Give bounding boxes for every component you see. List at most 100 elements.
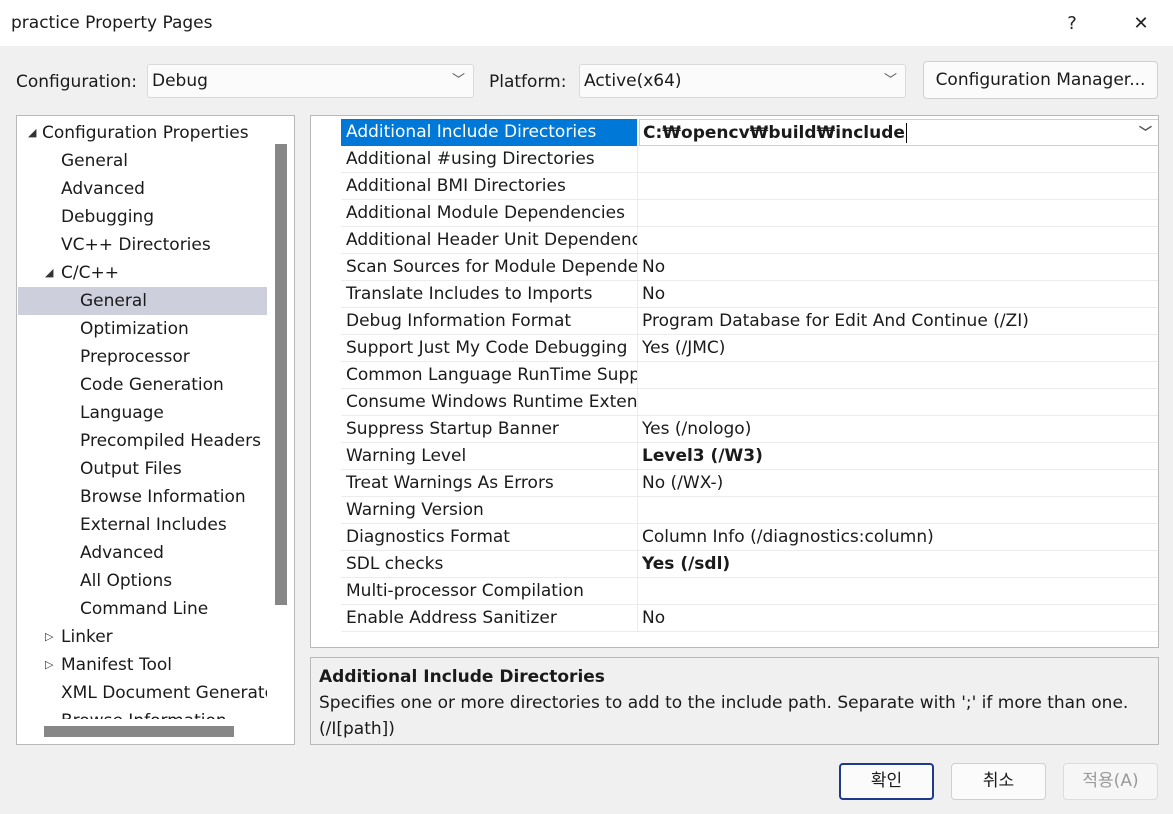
tree-item-label: Advanced [80,543,164,563]
tree-item[interactable]: ▷ Browse Information [61,707,227,719]
tree-vertical-scrollbar[interactable] [275,144,287,605]
property-name: Additional #using Directories [341,146,638,173]
property-value-input[interactable]: C:₩opencv₩build₩include ﹀ [639,119,1158,146]
tree-horizontal-scrollbar[interactable] [44,726,234,737]
property-value: Yes (/JMC) [642,338,726,358]
property-row[interactable]: SDL checks Yes (/sdl) [341,551,1158,578]
tree-item[interactable]: General [61,147,128,175]
property-name: Multi-processor Compilation [341,578,638,605]
property-row[interactable]: Additional #using Directories [341,146,1158,173]
property-name: Warning Version [341,497,638,524]
title-bar: practice Property Pages ? ✕ [0,0,1173,46]
tree-item[interactable]: All Options [80,567,172,595]
tree-item[interactable]: Advanced [61,175,145,203]
platform-select[interactable]: Active(x64) ﹀ [579,64,906,98]
tree-item-label: Manifest Tool [61,655,172,675]
tree-item[interactable]: Advanced [80,539,164,567]
tree-item[interactable]: Preprocessor [80,343,190,371]
configuration-manager-button[interactable]: Configuration Manager... [923,61,1158,99]
property-row[interactable]: Enable Address Sanitizer No [341,605,1158,632]
tree-item[interactable]: Output Files [80,455,182,483]
property-name: Suppress Startup Banner [341,416,638,443]
tree-item[interactable]: Precompiled Headers [80,427,261,455]
help-button[interactable]: ? [1049,0,1095,46]
platform-label: Platform: [489,72,567,92]
property-value [642,578,1158,605]
property-name: Treat Warnings As Errors [341,470,638,497]
tree-item[interactable]: External Includes [80,511,227,539]
property-name: Enable Address Sanitizer [341,605,638,632]
tree-item[interactable]: Code Generation [80,371,224,399]
chevron-down-icon[interactable]: ﹀ [1139,120,1152,145]
cancel-button[interactable]: 취소 [951,763,1046,800]
property-row[interactable]: Additional Header Unit Dependencies [341,227,1158,254]
tree-item-selected[interactable]: General [18,287,267,315]
property-row[interactable]: Suppress Startup Banner Yes (/nologo) [341,416,1158,443]
property-name: Scan Sources for Module Dependencies [341,254,638,281]
tree-item[interactable]: Language [80,399,164,427]
tree-item-label: VC++ Directories [61,235,211,255]
property-row-selected[interactable]: Additional Include Directories C:₩opencv… [341,119,1158,146]
tree-item-label: C/C++ [61,263,119,283]
property-row[interactable]: Scan Sources for Module DependenciesNo [341,254,1158,281]
tree-item[interactable]: Browse Information [80,483,246,511]
property-row[interactable]: Support Just My Code Debugging Yes (/JMC) [341,335,1158,362]
tree-item-label: Linker [61,627,113,647]
property-row[interactable]: Consume Windows Runtime Extension [341,389,1158,416]
tree-item-label: External Includes [80,515,227,535]
chevron-down-icon: ﹀ [451,73,465,88]
tree-item[interactable]: ▷ XML Document Generato [61,679,267,707]
tree-item-label: Preprocessor [80,347,190,367]
tree-item-label: General [61,151,128,171]
tree-item-label: Advanced [61,179,145,199]
collapsed-arrow-icon: ▷ [45,630,54,643]
tree-item-label: Debugging [61,207,154,227]
property-name: Additional Header Unit Dependencies [341,227,638,254]
close-button[interactable]: ✕ [1118,0,1164,46]
property-value [642,173,1158,200]
property-value: Yes (/nologo) [642,419,752,439]
apply-button[interactable]: 적용(A) [1063,763,1158,800]
chevron-down-icon: ﹀ [883,73,897,88]
tree-item-label: Language [80,403,164,423]
tree-item-label: Command Line [80,599,209,619]
property-name: Debug Information Format [341,308,638,335]
property-row[interactable]: Treat Warnings As Errors No (/WX-) [341,470,1158,497]
property-row[interactable]: Warning Level Level3 (/W3) [341,443,1158,470]
tree-item[interactable]: Debugging [61,203,154,231]
tree-item[interactable]: Command Line [80,595,208,623]
tree-item[interactable]: ◢ C/C++ [45,259,119,287]
property-name: Translate Includes to Imports [341,281,638,308]
configuration-select[interactable]: Debug ﹀ [147,64,474,98]
property-row[interactable]: Warning Version [341,497,1158,524]
property-value: No [642,284,666,304]
tree-item-label: Browse Information [61,711,227,719]
tree-item-label: Configuration Properties [42,123,249,143]
tree-item[interactable]: ▷ Linker [45,623,113,651]
tree-item-label: XML Document Generato [61,683,267,703]
tree-item[interactable]: VC++ Directories [61,231,211,259]
ok-button[interactable]: 확인 [839,763,934,800]
tree-item-label: Optimization [80,319,189,339]
tree-item-label: All Options [80,571,173,591]
property-value [642,497,1158,524]
tree-item-label: Browse Information [80,487,246,507]
property-row[interactable]: Translate Includes to Imports No [341,281,1158,308]
tree-item[interactable]: Optimization [80,315,189,343]
tree-item[interactable]: ▷ Manifest Tool [45,651,172,679]
property-row[interactable]: Diagnostics Format Column Info (/diagnost… [341,524,1158,551]
property-row[interactable]: Additional BMI Directories [341,173,1158,200]
tree-item-label: General [80,291,147,311]
property-value: No (/WX-) [642,473,724,493]
property-row[interactable]: Multi-processor Compilation [341,578,1158,605]
property-value [642,362,1158,389]
property-name: Additional Include Directories [341,119,638,146]
property-tree: ◢ Configuration Properties General Advan… [16,115,295,745]
property-value: Column Info (/diagnostics:column) [642,527,934,547]
property-row[interactable]: Debug Information Format Program Database… [341,308,1158,335]
tree-item[interactable]: ◢ Configuration Properties [28,119,249,147]
property-row[interactable]: Additional Module Dependencies [341,200,1158,227]
collapsed-arrow-icon: ▷ [45,658,54,671]
property-row[interactable]: Common Language RunTime Support [341,362,1158,389]
property-name: Diagnostics Format [341,524,638,551]
